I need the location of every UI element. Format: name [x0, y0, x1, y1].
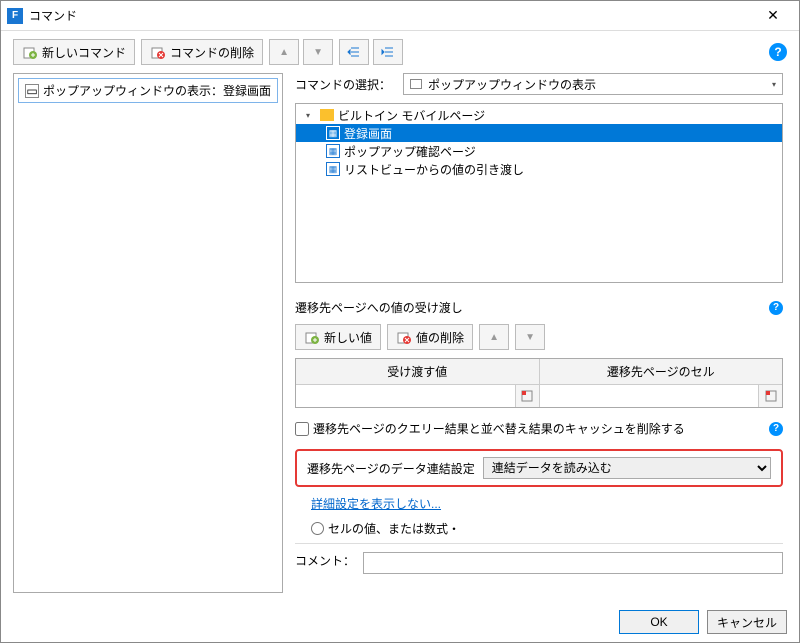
cell-value-radio[interactable] — [311, 522, 324, 535]
comment-input[interactable] — [363, 552, 783, 574]
tree-item[interactable]: ▦ リストビューからの値の引き渡し — [296, 160, 782, 178]
grid-picker-icon — [764, 389, 778, 403]
triangle-down-icon: ▼ — [313, 47, 323, 58]
help-icon[interactable]: ? — [769, 301, 783, 315]
help-icon[interactable]: ? — [769, 43, 787, 61]
app-icon: F — [7, 8, 23, 24]
outdent-icon — [381, 45, 395, 59]
triangle-down-icon: ▼ — [525, 332, 535, 343]
tree-item-label: 登録画面 — [344, 125, 392, 142]
delete-value-button[interactable]: 値の削除 — [387, 324, 473, 350]
value-grid: 受け渡す値 遷移先ページのセル — [295, 358, 783, 408]
tree-folder[interactable]: ▾ ビルトイン モバイルページ — [296, 106, 782, 124]
new-value-label: 新しい値 — [324, 329, 372, 346]
data-link-setting-highlight: 遷移先ページのデータ連結設定 連結データを読み込む — [295, 449, 783, 487]
delete-command-button[interactable]: コマンドの削除 — [141, 39, 263, 65]
delete-value-label: 値の削除 — [416, 329, 464, 346]
cancel-button[interactable]: キャンセル — [707, 610, 787, 634]
move-down-button[interactable]: ▼ — [303, 39, 333, 65]
popup-icon — [410, 79, 422, 89]
popup-icon: ▭ — [25, 84, 39, 98]
delete-command-label: コマンドの削除 — [170, 44, 254, 61]
tree-item-label: リストビューからの値の引き渡し — [344, 161, 524, 178]
help-icon[interactable]: ? — [769, 422, 783, 436]
pass-value-label: 遷移先ページへの値の受け渡し — [295, 299, 463, 316]
new-icon — [22, 44, 38, 60]
ok-button[interactable]: OK — [619, 610, 699, 634]
page-icon: ▦ — [326, 162, 340, 176]
window-title: コマンド — [29, 7, 753, 24]
comment-label: コメント： — [295, 552, 355, 574]
command-item-label: ポップアップウィンドウの表示：登録画面 — [43, 82, 271, 99]
page-icon: ▦ — [326, 144, 340, 158]
command-list-item[interactable]: ▭ ポップアップウィンドウの表示：登録画面 — [18, 78, 278, 103]
dialog-footer: OK キャンセル — [1, 601, 799, 642]
indent-button[interactable] — [339, 39, 369, 65]
grid-picker-icon — [520, 389, 534, 403]
target-picker-button[interactable] — [758, 385, 782, 407]
dropdown-icon: ▾ — [772, 80, 776, 89]
source-value-input[interactable] — [296, 385, 515, 407]
new-command-button[interactable]: 新しいコマンド — [13, 39, 135, 65]
command-select-label: コマンドの選択： — [295, 76, 395, 93]
command-detail-panel: コマンドの選択： ポップアップウィンドウの表示 ▾ ▾ ビルトイン モバイルペー… — [295, 73, 787, 593]
main-area: ▭ ポップアップウィンドウの表示：登録画面 コマンドの選択： ポップアップウィン… — [1, 73, 799, 601]
new-icon — [304, 329, 320, 345]
triangle-up-icon: ▲ — [279, 47, 289, 58]
source-picker-button[interactable] — [515, 385, 539, 407]
move-up-button[interactable]: ▲ — [479, 324, 509, 350]
grid-header-source: 受け渡す値 — [296, 359, 540, 384]
page-tree: ▾ ビルトイン モバイルページ ▦ 登録画面 ▦ ポップアップ確認ページ ▦ リ… — [295, 103, 783, 283]
command-select-value: ポップアップウィンドウの表示 — [428, 76, 596, 93]
move-up-button[interactable]: ▲ — [269, 39, 299, 65]
command-list-panel: ▭ ポップアップウィンドウの表示：登録画面 — [13, 73, 283, 593]
delete-icon — [150, 44, 166, 60]
tree-item[interactable]: ▦ ポップアップ確認ページ — [296, 142, 782, 160]
target-cell-input[interactable] — [540, 385, 759, 407]
toolbar: 新しいコマンド コマンドの削除 ▲ ▼ ? — [1, 31, 799, 73]
indent-icon — [347, 45, 361, 59]
grid-header-target: 遷移先ページのセル — [540, 359, 783, 384]
outdent-button[interactable] — [373, 39, 403, 65]
tree-item-label: ポップアップ確認ページ — [344, 143, 476, 160]
close-button[interactable]: ✕ — [753, 3, 793, 29]
triangle-up-icon: ▲ — [489, 332, 499, 343]
titlebar: F コマンド ✕ — [1, 1, 799, 31]
collapse-icon: ▾ — [306, 111, 316, 120]
new-command-label: 新しいコマンド — [42, 44, 126, 61]
delete-icon — [396, 329, 412, 345]
hide-detail-link[interactable]: 詳細設定を表示しない... — [311, 497, 441, 511]
cell-value-radio-label: セルの値、または数式・ — [328, 520, 460, 537]
move-down-button[interactable]: ▼ — [515, 324, 545, 350]
folder-label: ビルトイン モバイルページ — [338, 107, 485, 124]
data-link-select[interactable]: 連結データを読み込む — [483, 457, 771, 479]
tree-item-selected[interactable]: ▦ 登録画面 — [296, 124, 782, 142]
clear-cache-checkbox[interactable] — [295, 422, 309, 436]
folder-icon — [320, 109, 334, 121]
page-icon: ▦ — [326, 126, 340, 140]
command-select[interactable]: ポップアップウィンドウの表示 ▾ — [403, 73, 783, 95]
data-link-label: 遷移先ページのデータ連結設定 — [307, 460, 475, 477]
new-value-button[interactable]: 新しい値 — [295, 324, 381, 350]
clear-cache-label: 遷移先ページのクエリー結果と並べ替え結果のキャッシュを削除する — [313, 420, 685, 437]
